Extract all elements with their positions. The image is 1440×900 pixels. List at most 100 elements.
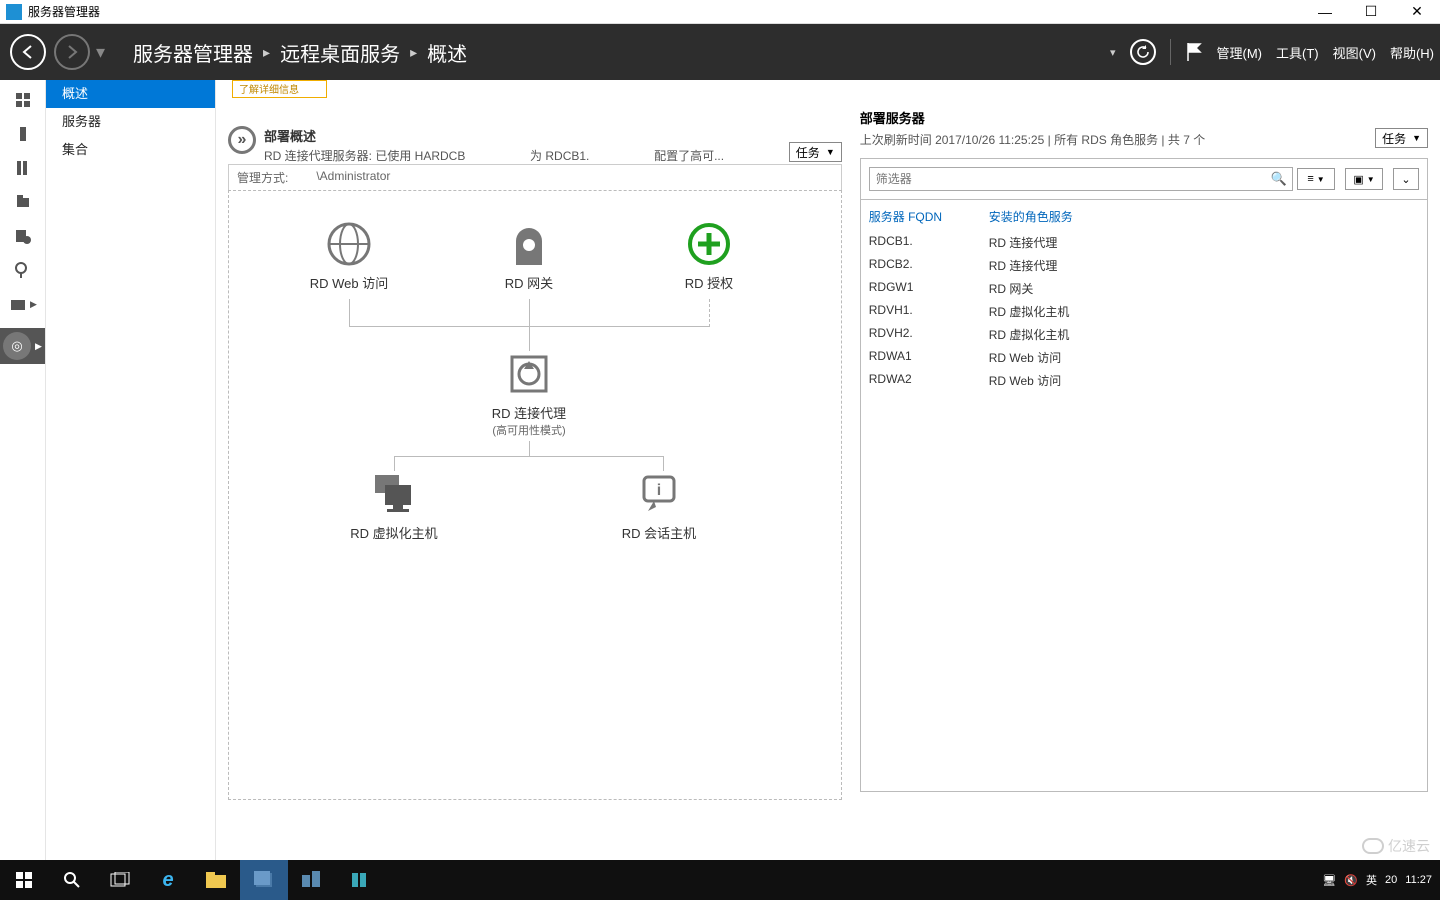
- cell-fqdn: RDGW1: [869, 280, 989, 297]
- table-row[interactable]: RDWA2RD Web 访问: [861, 369, 1427, 392]
- search-icon[interactable]: 🔍: [1271, 171, 1287, 187]
- node-label: RD 虚拟化主机: [324, 523, 464, 542]
- table-row[interactable]: RDVH2.RD 虚拟化主机: [861, 323, 1427, 346]
- manage-mode-label: 管理方式:: [237, 169, 288, 186]
- save-icon: ▣: [1353, 173, 1363, 186]
- col-role[interactable]: 安装的角色服务: [989, 208, 1073, 225]
- virt-host-icon: [371, 471, 417, 517]
- taskbar-app1[interactable]: [288, 860, 336, 900]
- arrow-right-icon: [64, 44, 80, 60]
- taskview-button[interactable]: [96, 860, 144, 900]
- save-dropdown[interactable]: ▣▼: [1345, 168, 1383, 190]
- chevron-down-icon: ▼: [826, 147, 835, 157]
- chevron-down-icon: ▼: [1317, 175, 1325, 184]
- flag-icon[interactable]: [1185, 42, 1203, 62]
- node-rd-broker[interactable]: RD 连接代理 (高可用性模式): [459, 351, 599, 438]
- titlebar: 服务器管理器 — ☐ ✕: [0, 0, 1440, 24]
- local-server-icon[interactable]: [13, 124, 33, 144]
- refresh-icon: [1136, 45, 1150, 59]
- node-label: RD 会话主机: [589, 523, 729, 542]
- node-rd-session[interactable]: i RD 会话主机: [589, 471, 729, 542]
- cell-role: RD Web 访问: [989, 372, 1061, 389]
- menu-view[interactable]: 视图(V): [1333, 43, 1376, 62]
- sidebar-item-overview[interactable]: 概述: [46, 80, 215, 108]
- taskbar-server-manager[interactable]: [240, 860, 288, 900]
- icon-rail: ▶ ◎ ▶: [0, 80, 46, 860]
- crumb-root[interactable]: 服务器管理器: [133, 38, 253, 67]
- expand-button[interactable]: ⌄: [1393, 168, 1419, 190]
- server-manager-icon: [254, 871, 274, 889]
- nav-forward[interactable]: [54, 34, 90, 70]
- search-button[interactable]: [48, 860, 96, 900]
- crumb-sep-icon: ▸: [410, 44, 417, 61]
- nav-dropdown[interactable]: ▾: [96, 42, 105, 63]
- node-rd-gateway[interactable]: RD 网关: [459, 221, 599, 292]
- tray-volume-icon[interactable]: 🔇: [1344, 874, 1358, 887]
- connector-line: [394, 456, 664, 457]
- table-row[interactable]: RDWA1RD Web 访问: [861, 346, 1427, 369]
- cell-role: RD 连接代理: [989, 257, 1058, 274]
- tasks-dropdown[interactable]: 任务▼: [1375, 128, 1428, 148]
- rds-overview-rail-icon[interactable]: ◎: [3, 332, 31, 360]
- node-rd-license[interactable]: RD 授权: [639, 221, 779, 292]
- col-fqdn[interactable]: 服务器 FQDN: [869, 208, 989, 225]
- taskbar-ie[interactable]: e: [144, 860, 192, 900]
- dashboard-icon[interactable]: [13, 90, 33, 110]
- table-row[interactable]: RDGW1RD 网关: [861, 277, 1427, 300]
- tray-ime2[interactable]: 20: [1385, 874, 1397, 886]
- group-dropdown[interactable]: ≡▼: [1297, 168, 1335, 190]
- tray-ime[interactable]: 英: [1366, 872, 1377, 888]
- window-close[interactable]: ✕: [1394, 0, 1440, 24]
- tray-time[interactable]: 11:27: [1405, 874, 1432, 886]
- header-caret-icon[interactable]: ▾: [1110, 46, 1116, 59]
- window-maximize[interactable]: ☐: [1348, 0, 1394, 24]
- start-button[interactable]: [0, 860, 48, 900]
- chevron-right-icon[interactable]: ▶: [35, 341, 42, 352]
- windows-icon: [16, 872, 32, 888]
- sidebar-item-servers[interactable]: 服务器: [46, 108, 215, 136]
- node-rd-web[interactable]: RD Web 访问: [279, 221, 419, 292]
- tasks-dropdown[interactable]: 任务▼: [789, 142, 842, 162]
- cell-fqdn: RDWA1: [869, 349, 989, 366]
- iis-icon[interactable]: [13, 226, 33, 246]
- menu-help[interactable]: 帮助(H): [1390, 43, 1434, 62]
- crumb-sep-icon: ▸: [263, 44, 270, 61]
- deployment-diagram: RD Web 访问 RD 网关 RD 授权 RD 连接代理 (高可用性模式): [228, 190, 842, 800]
- tray-network-icon[interactable]: 🖥: [1322, 874, 1336, 887]
- main-content: 了解详细信息 » 部署概述 RD 连接代理服务器: 已使用 HARDCB 为 R…: [216, 80, 1440, 860]
- cell-fqdn: RDCB2.: [869, 257, 989, 274]
- breadcrumb: 服务器管理器 ▸ 远程桌面服务 ▸ 概述: [133, 38, 467, 67]
- table-row[interactable]: RDVH1.RD 虚拟化主机: [861, 300, 1427, 323]
- window-minimize[interactable]: —: [1302, 0, 1348, 24]
- window-title: 服务器管理器: [28, 3, 100, 20]
- connector-line: [349, 326, 710, 327]
- globe-icon: [326, 221, 372, 267]
- table-row[interactable]: RDCB1.RD 连接代理: [861, 231, 1427, 254]
- taskbar-explorer[interactable]: [192, 860, 240, 900]
- file-services-icon[interactable]: [13, 192, 33, 212]
- cell-role: RD 虚拟化主机: [989, 326, 1070, 343]
- nap-icon[interactable]: [13, 260, 33, 280]
- nav-back[interactable]: [10, 34, 46, 70]
- menu-tools[interactable]: 工具(T): [1276, 43, 1319, 62]
- info-banner[interactable]: 了解详细信息: [232, 80, 327, 98]
- connector-line: [529, 441, 530, 456]
- ie-icon: e: [162, 869, 173, 892]
- rds-rail-icon[interactable]: [8, 294, 28, 314]
- all-servers-icon[interactable]: [13, 158, 33, 178]
- node-rd-virt[interactable]: RD 虚拟化主机: [324, 471, 464, 542]
- node-label: RD 连接代理: [459, 403, 599, 422]
- menu-manage[interactable]: 管理(M): [1217, 43, 1263, 62]
- crumb-overview[interactable]: 概述: [427, 38, 467, 67]
- connector-line: [349, 299, 350, 327]
- table-row[interactable]: RDCB2.RD 连接代理: [861, 254, 1427, 277]
- refresh-button[interactable]: [1130, 39, 1156, 65]
- filter-input[interactable]: [869, 167, 1293, 191]
- chevron-right-icon[interactable]: ▶: [30, 299, 37, 310]
- broker-icon: [506, 351, 552, 397]
- sidebar-item-collections[interactable]: 集合: [46, 136, 215, 164]
- connector-line: [709, 299, 710, 327]
- crumb-rds[interactable]: 远程桌面服务: [280, 38, 400, 67]
- app-icon: [350, 871, 370, 889]
- taskbar-app2[interactable]: [336, 860, 384, 900]
